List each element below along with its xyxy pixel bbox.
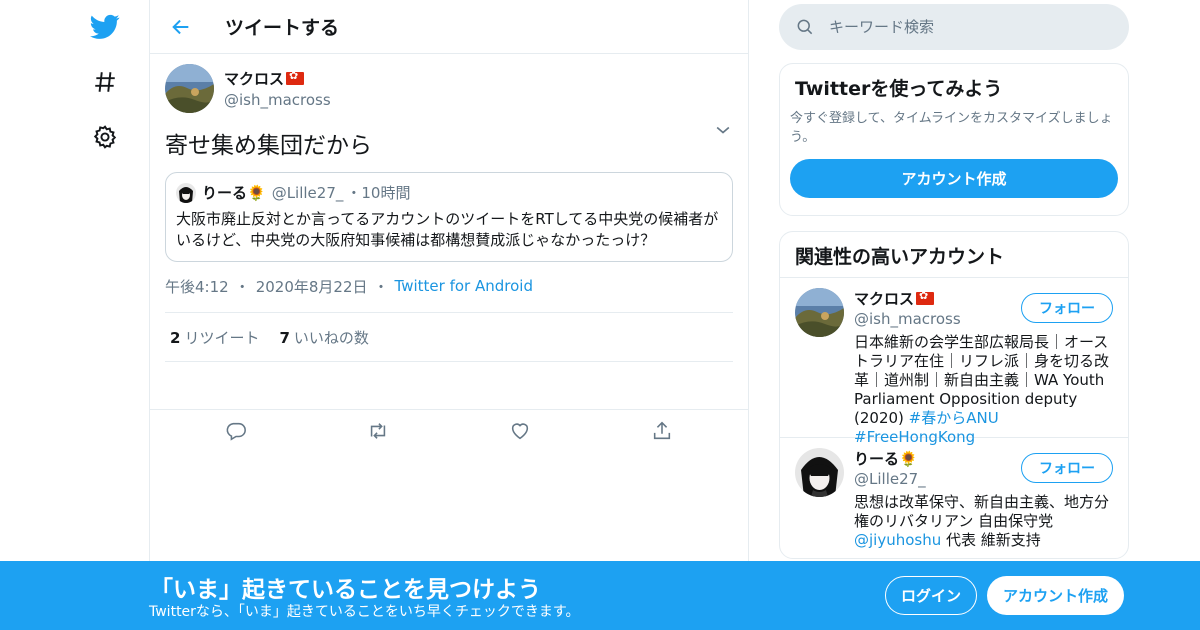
mention-link[interactable]: @jiyuhoshu (854, 531, 941, 549)
gear-icon[interactable] (85, 117, 125, 157)
avatar[interactable] (795, 288, 844, 337)
hong-kong-flag-icon (286, 69, 305, 85)
quote-text: 大阪市廃止反対とか言ってるアカウントのツイートをRTしてる中央党の候補者がいるけ… (176, 210, 719, 249)
page-header: ツイートする (150, 0, 748, 54)
retweet-count[interactable]: 2 リツイート (170, 327, 259, 348)
account-bio: 思想は改革保守、新自由主義、地方分権のリバタリアン 自由保守党 @jiyuhos… (854, 493, 1110, 549)
avatar[interactable] (795, 448, 844, 497)
account-bio: 日本維新の会学生部広報局長｜オーストラリア在住｜リフレ派｜身を切る改革｜道州制｜… (854, 333, 1110, 446)
quote-time: 10時間 (361, 184, 411, 202)
login-button[interactable]: ログイン (885, 576, 977, 615)
tweet-meta: 午後4:12 ・ 2020年8月22日 ・ Twitter for Androi… (165, 276, 733, 296)
meta-separator: ・ (373, 277, 389, 296)
bottom-signup-bar: 「いま」起きていることを見つけよう Twitterなら、「いま」起きていることを… (0, 561, 1200, 630)
create-account-button[interactable]: アカウント作成 (790, 159, 1118, 198)
bottom-bar-subtitle: Twitterなら、「いま」起きていることをいち早くチェックできます。 (149, 604, 580, 620)
tweet-time: 午後4:12 (165, 277, 229, 296)
related-accounts-card: 関連性の高いアカウント マクロス @ish_macross 日本維新の会学生部広… (779, 231, 1129, 559)
signup-card-subtitle: 今すぐ登録して、タイムラインをカスタマイズしましょう。 (790, 111, 1113, 145)
author-name[interactable]: マクロス (224, 68, 284, 89)
page: ツイートする マクロス @ish_macross (0, 0, 1200, 630)
author-handle[interactable]: @ish_macross (224, 91, 331, 109)
account-item[interactable]: マクロス @ish_macross 日本維新の会学生部広報局長｜オーストラリア在… (780, 278, 1128, 446)
twitter-logo-icon[interactable] (85, 7, 125, 47)
account-name: マクロス (854, 290, 915, 308)
avatar[interactable] (165, 64, 214, 113)
like-icon[interactable] (506, 417, 534, 445)
tweet-source-link[interactable]: Twitter for Android (395, 277, 533, 295)
chevron-down-icon[interactable] (713, 120, 733, 140)
page-title: ツイートする (225, 17, 340, 39)
follow-button[interactable]: フォロー (1021, 453, 1113, 483)
search-input[interactable] (829, 18, 1109, 36)
search-icon (797, 19, 813, 35)
quote-separator: ・ (346, 184, 362, 202)
tweet: マクロス @ish_macross 寄せ集め集団だから りーる🌻 @Lille2… (150, 54, 748, 441)
quote-author-name: りーる🌻 (202, 184, 266, 202)
signup-card-title: Twitterを使ってみよう (795, 78, 1003, 100)
tweet-author: マクロス @ish_macross (165, 64, 733, 114)
hong-kong-flag-icon (916, 289, 935, 305)
bottom-bar-title: 「いま」起きていることを見つけよう (150, 577, 541, 603)
tweet-column: ツイートする マクロス @ish_macross (149, 0, 749, 630)
tweet-stats: 2 リツイート 7 いいねの数 (165, 312, 733, 362)
tweet-actions (150, 362, 748, 441)
signup-button[interactable]: アカウント作成 (987, 576, 1124, 615)
hashtag-icon[interactable] (85, 62, 125, 102)
back-arrow-icon[interactable] (161, 7, 201, 47)
search-bar (779, 4, 1129, 50)
reply-icon[interactable] (222, 417, 250, 445)
quote-avatar (176, 182, 196, 203)
tweet-text: 寄せ集め集団だから (165, 133, 372, 159)
meta-separator: ・ (234, 277, 250, 296)
share-icon[interactable] (648, 417, 676, 445)
retweet-icon[interactable] (364, 417, 392, 445)
tweet-date: 2020年8月22日 (255, 277, 368, 296)
related-accounts-title: 関連性の高いアカウント (780, 232, 1128, 278)
like-count[interactable]: 7 いいねの数 (279, 327, 368, 348)
quote-author-handle: @Lille27_ (271, 183, 344, 202)
account-item[interactable]: りーる🌻 @Lille27_ 思想は改革保守、新自由主義、地方分権のリバタリアン… (780, 438, 1128, 560)
signup-card: Twitterを使ってみよう 今すぐ登録して、タイムラインをカスタマイズしましょ… (779, 63, 1129, 216)
follow-button[interactable]: フォロー (1021, 293, 1113, 323)
left-nav (0, 0, 150, 630)
quoted-tweet[interactable]: りーる🌻 @Lille27_ ・ 10時間 大阪市廃止反対とか言ってるアカウント… (165, 172, 733, 262)
